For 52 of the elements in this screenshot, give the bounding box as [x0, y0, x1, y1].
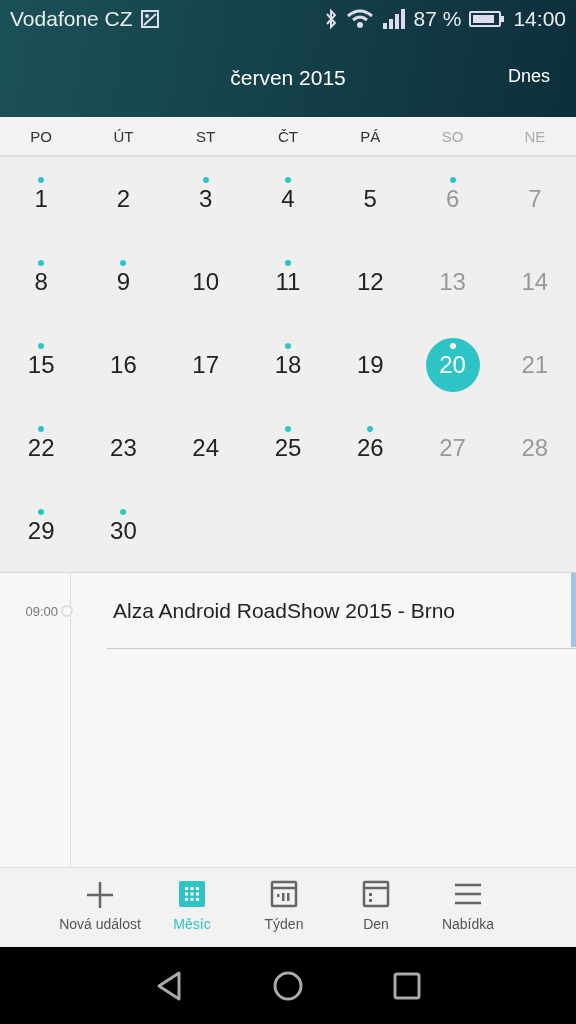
nav-tab[interactable]: Den — [330, 868, 422, 947]
home-icon[interactable] — [273, 970, 303, 1001]
day-cell[interactable]: 26 — [343, 420, 398, 475]
day-cell[interactable]: 4 — [261, 171, 315, 226]
day-cell[interactable]: 16 — [96, 337, 151, 392]
day-cell[interactable]: 22 — [14, 420, 69, 475]
today-button[interactable]: Dnes — [505, 64, 552, 89]
nav-tab[interactable]: Týden — [238, 868, 330, 947]
day-cell[interactable]: 19 — [343, 337, 398, 392]
weekday-label: PÁ — [359, 127, 382, 145]
week-calendar-icon — [270, 880, 298, 908]
day-cell[interactable]: 24 — [178, 420, 233, 475]
plus-icon — [86, 880, 114, 908]
day-cell[interactable]: 15 — [14, 337, 69, 392]
wifi-icon — [345, 9, 374, 29]
recent-apps-icon[interactable] — [393, 971, 421, 1000]
day-cell[interactable]: 25 — [261, 420, 315, 475]
battery-icon — [469, 11, 502, 27]
month-grid-icon — [178, 880, 206, 908]
bluetooth-icon — [323, 8, 338, 30]
day-cell[interactable]: 18 — [261, 337, 315, 392]
month-title: červen 2015 — [230, 65, 346, 90]
back-icon[interactable] — [155, 969, 183, 1002]
event-item[interactable]: Alza Android RoadShow 2015 - Brno — [107, 573, 576, 649]
carrier-name: Vodafone CZ — [10, 7, 133, 31]
day-cell[interactable]: 29 — [14, 503, 69, 558]
day-cell[interactable]: 23 — [96, 420, 151, 475]
day-cell[interactable]: 9 — [96, 254, 151, 309]
signal-icon — [381, 9, 406, 29]
day-cell[interactable]: 8 — [14, 254, 69, 309]
day-cell[interactable]: 2 — [96, 171, 151, 226]
day-cell[interactable]: 17 — [178, 337, 233, 392]
weekday-label: ST — [195, 127, 217, 145]
day-cell[interactable]: 12 — [343, 254, 398, 309]
weekday-label: PO — [29, 127, 53, 145]
battery-percentage: 87 % — [413, 7, 462, 31]
day-cell[interactable]: 30 — [96, 503, 151, 558]
day-cell[interactable]: 11 — [261, 254, 315, 309]
picture-notification-icon — [140, 10, 159, 28]
clock: 14:00 — [513, 7, 566, 31]
weekday-label: ÚT — [112, 127, 135, 145]
day-cell[interactable]: 10 — [178, 254, 233, 309]
day-cell[interactable]: 3 — [178, 171, 233, 226]
weekday-label: NE — [523, 127, 547, 145]
day-cell[interactable]: 5 — [343, 171, 398, 226]
weekday-label: ČT — [277, 127, 299, 145]
weekday-label: SO — [440, 127, 465, 145]
nav-tab[interactable]: Nová událost — [54, 868, 146, 947]
day-calendar-icon — [362, 880, 390, 908]
nav-tab[interactable]: Nabídka — [422, 868, 514, 947]
day-cell[interactable]: 1 — [14, 171, 69, 226]
event-time: 09:00 — [24, 603, 59, 619]
